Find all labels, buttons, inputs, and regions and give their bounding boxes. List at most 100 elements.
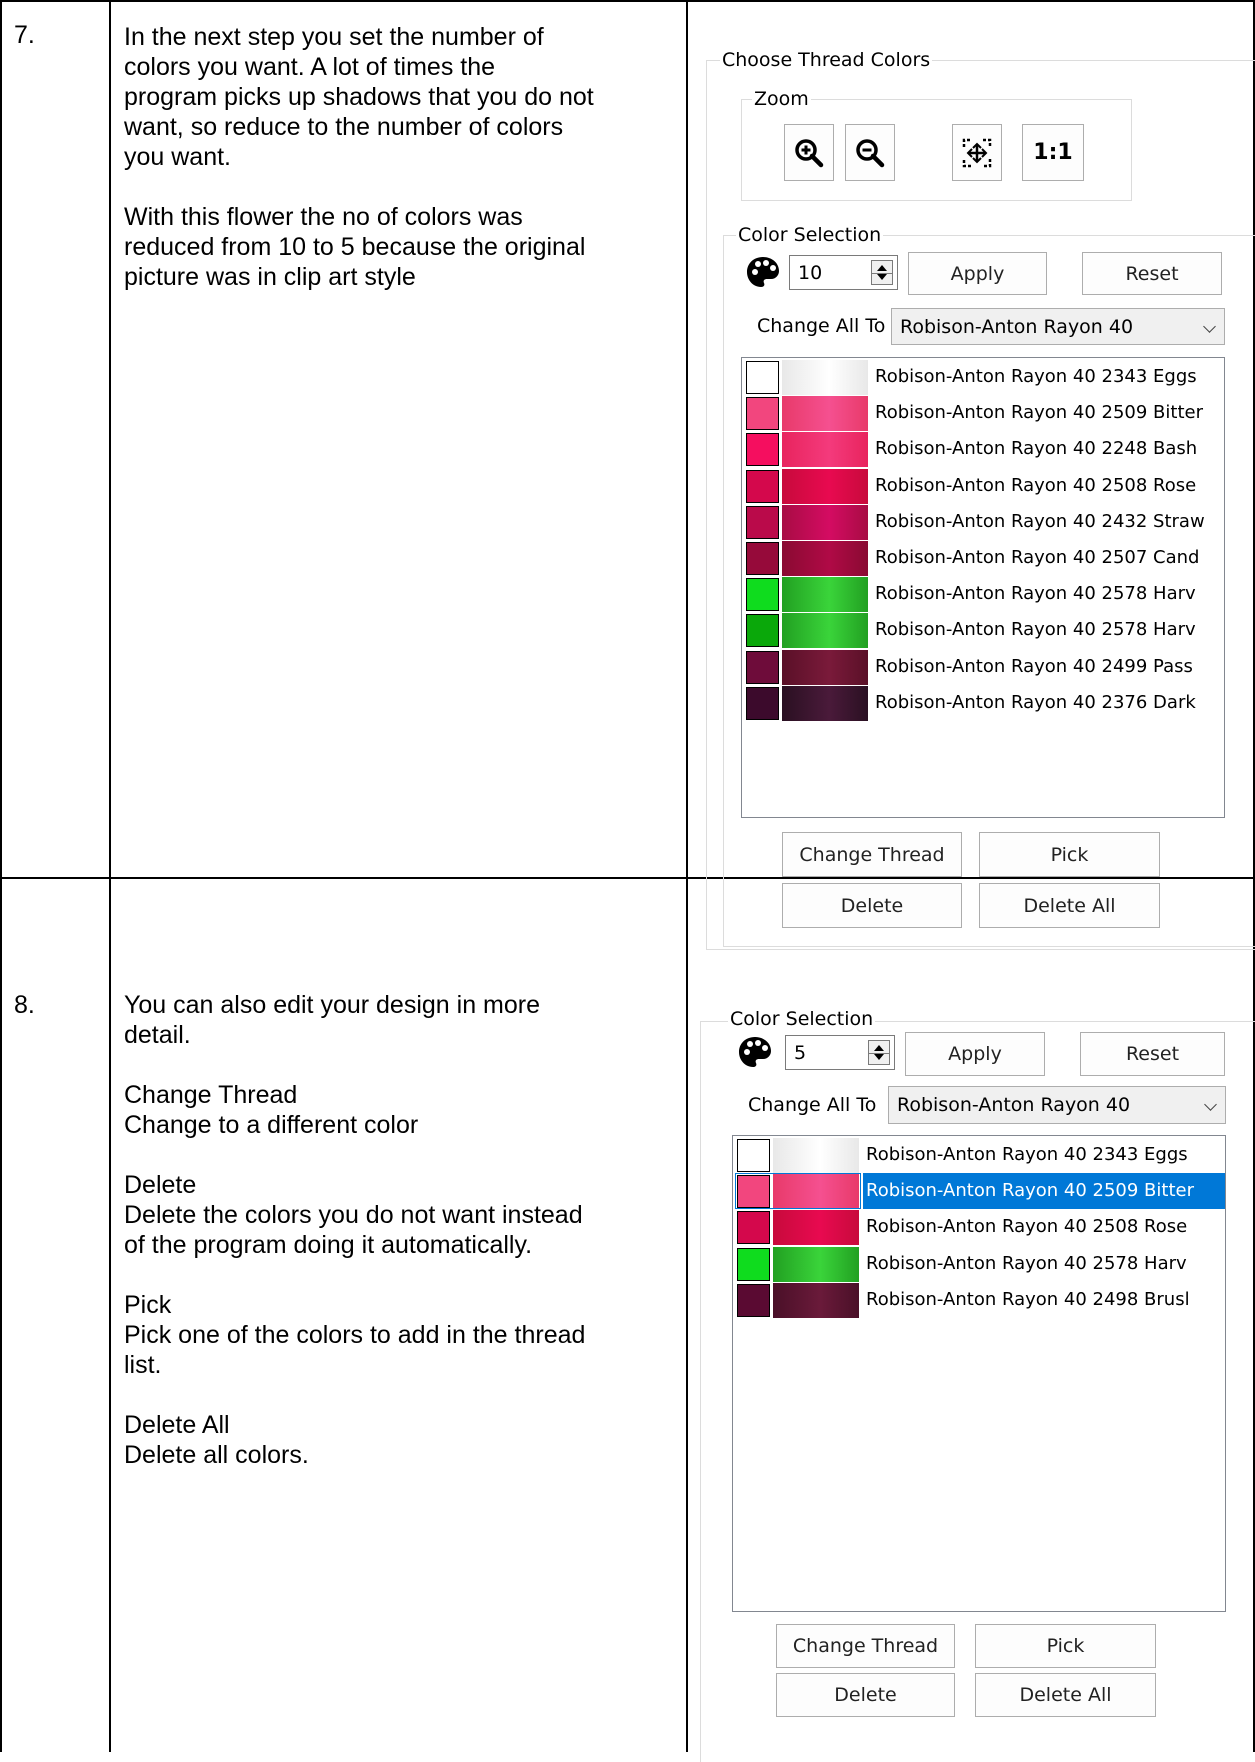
thread-row[interactable]: Robison-Anton Rayon 40 2578 Harv	[744, 576, 1224, 613]
change-all-to-label: Change All To	[757, 315, 886, 337]
zoom-in-icon	[795, 138, 824, 167]
thread-name: Robison-Anton Rayon 40 2578 Harv	[875, 583, 1196, 605]
color-count-value: 5	[794, 1041, 807, 1064]
chevron-down-icon	[1203, 319, 1216, 333]
thread-color-swatch	[737, 1139, 770, 1172]
reset-button[interactable]: Reset	[1080, 1032, 1225, 1076]
chevron-down-icon	[1204, 1098, 1217, 1111]
spinner-arrows[interactable]	[871, 260, 893, 285]
thread-name: Robison-Anton Rayon 40 2499 Pass	[875, 655, 1193, 677]
thread-color-swatch	[737, 1247, 770, 1281]
thread-row[interactable]: Robison-Anton Rayon 40 2248 Bash	[744, 431, 1224, 468]
thread-preview	[782, 613, 868, 649]
step-description: You can also edit your design in more de…	[124, 990, 684, 1500]
thread-name: Robison-Anton Rayon 40 2248 Bash	[875, 438, 1198, 460]
thread-color-swatch	[746, 614, 779, 648]
change-all-to-select[interactable]: Robison-Anton Rayon 40	[891, 308, 1225, 345]
palette-icon	[739, 1037, 771, 1067]
thread-row[interactable]: Robison-Anton Rayon 40 2507 Cand	[744, 540, 1224, 576]
text-line: colors you want. A lot of times the	[124, 53, 496, 81]
thread-preview	[782, 504, 868, 540]
delete-all-button[interactable]: Delete All	[979, 883, 1160, 928]
text-line: Change to a different color	[124, 1111, 419, 1139]
apply-button[interactable]: Apply	[905, 1032, 1045, 1076]
thread-row[interactable]: Robison-Anton Rayon 40 2432 Straw	[744, 504, 1224, 540]
text-line: Delete	[124, 1171, 197, 1199]
step-number: 7.	[14, 21, 35, 49]
thread-preview	[782, 468, 868, 504]
thread-row[interactable]: Robison-Anton Rayon 40 2508 Rose	[735, 1209, 1225, 1246]
thread-row[interactable]: Robison-Anton Rayon 40 2498 Brusl	[735, 1282, 1225, 1318]
pick-button[interactable]: Pick	[979, 832, 1160, 877]
change-thread-button[interactable]: Change Thread	[776, 1624, 955, 1668]
thread-row[interactable]: Robison-Anton Rayon 40 2508 Rose	[744, 468, 1224, 504]
thread-name: Robison-Anton Rayon 40 2578 Harv	[875, 619, 1196, 641]
text-line: Pick one of the colors to add in the thr…	[124, 1321, 586, 1349]
change-all-to-label: Change All To	[748, 1094, 877, 1116]
text-line: Delete the colors you do not want instea…	[124, 1201, 583, 1229]
pick-button[interactable]: Pick	[975, 1624, 1156, 1668]
group-title: Color Selection	[728, 1008, 876, 1030]
thread-color-swatch	[746, 650, 779, 684]
thread-preview	[773, 1210, 859, 1246]
zoom-out-icon	[856, 138, 885, 167]
thread-preview	[782, 360, 868, 395]
thread-preview	[782, 649, 868, 685]
thread-preview	[782, 685, 868, 721]
thread-name: Robison-Anton Rayon 40 2507 Cand	[875, 547, 1200, 568]
palette-icon	[747, 257, 779, 287]
reset-button[interactable]: Reset	[1082, 252, 1222, 295]
apply-button[interactable]: Apply	[908, 252, 1047, 295]
thread-name: Robison-Anton Rayon 40 2509 Bitter	[863, 1173, 1225, 1210]
paragraph: Change Thread Change to a different colo…	[124, 1080, 684, 1140]
thread-row[interactable]: Robison-Anton Rayon 40 2578 Harv	[744, 612, 1224, 649]
thread-row[interactable]: Robison-Anton Rayon 40 2343 Eggs	[744, 359, 1224, 395]
zoom-out-button[interactable]	[845, 124, 895, 181]
text-line: of the program doing it automatically.	[124, 1231, 533, 1259]
spinner-arrows[interactable]	[868, 1040, 890, 1065]
delete-button[interactable]: Delete	[776, 1673, 955, 1717]
thread-color-swatch	[737, 1283, 770, 1317]
thread-row[interactable]: Robison-Anton Rayon 40 2578 Harv	[735, 1246, 1225, 1282]
thread-name: Robison-Anton Rayon 40 2343 Eggs	[875, 366, 1197, 387]
thread-name: Robison-Anton Rayon 40 2432 Straw	[875, 510, 1205, 532]
text-line: reduced from 10 to 5 because the origina…	[124, 233, 586, 261]
thread-preview	[782, 577, 868, 613]
color-count-spinner[interactable]: 10	[789, 255, 898, 290]
selected-thread-brand: Robison-Anton Rayon 40	[900, 315, 1134, 338]
thread-row[interactable]: Robison-Anton Rayon 40 2376 Dark	[744, 685, 1224, 721]
thread-row[interactable]: Robison-Anton Rayon 40 2509 Bitter	[735, 1173, 1225, 1210]
thread-color-swatch	[746, 361, 779, 394]
delete-all-button[interactable]: Delete All	[975, 1673, 1156, 1717]
text-line: Delete all colors.	[124, 1441, 309, 1469]
fit-to-window-button[interactable]	[952, 124, 1002, 181]
color-count-spinner[interactable]: 5	[785, 1035, 895, 1070]
text-line: want, so reduce to the number of colors	[124, 113, 564, 141]
thread-row[interactable]: Robison-Anton Rayon 40 2509 Bitter	[744, 395, 1224, 432]
actual-size-button[interactable]: 1:1	[1022, 124, 1084, 181]
thread-row[interactable]: Robison-Anton Rayon 40 2343 Eggs	[735, 1137, 1225, 1173]
text-line: program picks up shadows that you do not	[124, 83, 594, 111]
paragraph: Pick Pick one of the colors to add in th…	[124, 1290, 684, 1380]
thread-preview	[773, 1282, 859, 1318]
thread-preview	[773, 1246, 859, 1282]
thread-color-swatch	[746, 433, 779, 467]
change-all-to-select[interactable]: Robison-Anton Rayon 40	[888, 1086, 1226, 1124]
thread-preview	[782, 541, 868, 576]
thread-name: Robison-Anton Rayon 40 2508 Rose	[866, 1216, 1188, 1238]
paragraph: Delete Delete the colors you do not want…	[124, 1170, 684, 1260]
paragraph: Delete All Delete all colors.	[124, 1410, 684, 1470]
text-line: In the next step you set the number of	[124, 23, 544, 51]
thread-list[interactable]: Robison-Anton Rayon 40 2343 Eggs Robison-…	[741, 357, 1225, 818]
delete-button[interactable]: Delete	[782, 883, 962, 928]
thread-row[interactable]: Robison-Anton Rayon 40 2499 Pass	[744, 649, 1224, 685]
paragraph: In the next step you set the number of c…	[124, 22, 684, 172]
thread-color-swatch	[737, 1211, 770, 1245]
zoom-in-button[interactable]	[784, 124, 834, 181]
thread-color-swatch	[746, 578, 779, 612]
text-line: picture was in clip art style	[124, 263, 416, 291]
change-thread-button[interactable]: Change Thread	[782, 832, 962, 877]
thread-list[interactable]: Robison-Anton Rayon 40 2343 Eggs Robison-…	[732, 1135, 1226, 1612]
fit-to-window-icon	[962, 138, 992, 167]
thread-name: Robison-Anton Rayon 40 2508 Rose	[875, 474, 1197, 496]
